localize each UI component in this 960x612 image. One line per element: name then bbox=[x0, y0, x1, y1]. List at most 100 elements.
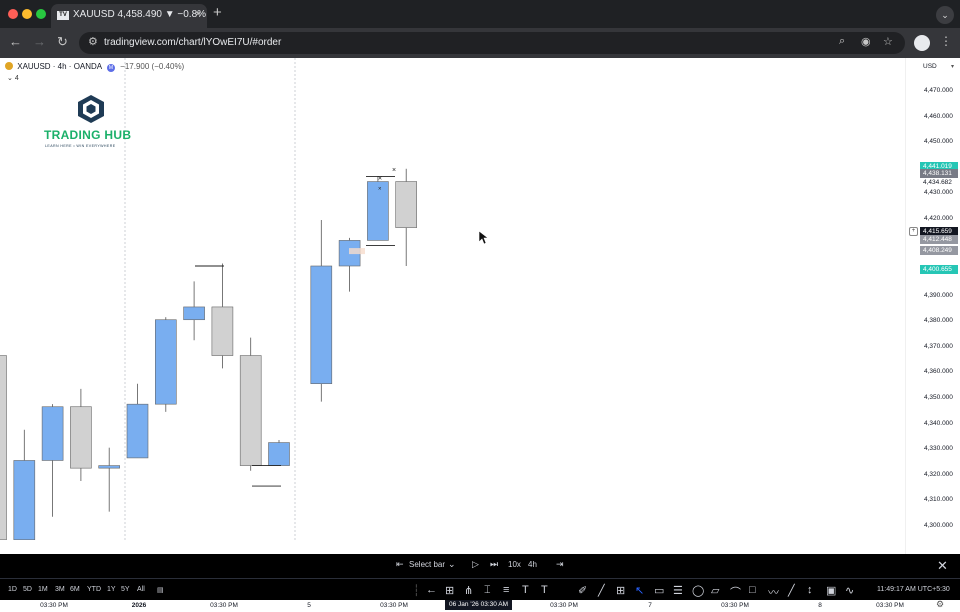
select-bar-button[interactable]: Select bar bbox=[409, 560, 445, 569]
zoom-icon[interactable]: ⌕ bbox=[839, 35, 845, 48]
arrow-tool-icon[interactable]: ← bbox=[426, 584, 437, 596]
price-axis-label: 4,310.000 bbox=[924, 496, 953, 504]
fib-tool-icon[interactable]: ≡ bbox=[503, 584, 509, 596]
candle-body bbox=[98, 465, 120, 469]
grid-tool-icon[interactable]: ⊞ bbox=[445, 584, 454, 597]
tab-search-icon[interactable]: ⌄ bbox=[936, 6, 954, 24]
symbol-title: XAUUSD · 4h · OANDA bbox=[17, 62, 102, 71]
candle-body bbox=[70, 406, 92, 469]
cursor-tool-icon[interactable]: ↖ bbox=[635, 584, 644, 597]
time-axis-label: 03:30 PM bbox=[40, 602, 68, 609]
url-bar[interactable]: ⚙ tradingview.com/chart/lYOwEI7U/#order … bbox=[79, 32, 905, 54]
replay-interval-button[interactable]: 4h bbox=[528, 560, 537, 569]
price-axis-label: 4,420.000 bbox=[924, 214, 953, 222]
forward-arrow-icon[interactable]: → bbox=[33, 34, 46, 49]
price-axis-label: 4,350.000 bbox=[924, 394, 953, 402]
range-button-ytd[interactable]: YTD bbox=[87, 586, 101, 593]
time-axis-label: 2026 bbox=[131, 602, 147, 609]
order-marker-x: × bbox=[392, 167, 396, 174]
range-button-1m[interactable]: 1M bbox=[38, 586, 48, 593]
ellipse-tool-icon[interactable]: ◯ bbox=[692, 584, 704, 597]
bar-replay-toolbar: ⇤ Select bar ⌄ ▷ ⏭ 10x 4h ⇥ ✕ bbox=[0, 554, 960, 578]
path-tool-icon[interactable]: 〰 bbox=[768, 584, 779, 600]
site-settings-icon[interactable]: ⚙ bbox=[88, 35, 98, 48]
calendar-go-to-date-icon[interactable]: ▤ bbox=[157, 586, 164, 594]
profile-avatar-icon[interactable] bbox=[914, 35, 930, 51]
chevron-down-icon[interactable]: ⌄ bbox=[448, 559, 456, 570]
play-icon[interactable]: ▷ bbox=[472, 559, 479, 570]
mouse-cursor-icon bbox=[478, 230, 489, 245]
price-axis-label: 4,320.000 bbox=[924, 470, 953, 478]
step-forward-icon[interactable]: ⏭ bbox=[490, 559, 498, 570]
chart-settings-gear-icon[interactable]: ⚙ bbox=[936, 599, 944, 610]
back-arrow-icon[interactable]: ← bbox=[9, 34, 22, 49]
price-axis[interactable] bbox=[905, 58, 960, 554]
price-tag: 4,434.682 bbox=[920, 177, 958, 187]
bookmark-star-icon[interactable]: ☆ bbox=[883, 35, 893, 48]
select-bar-icon[interactable]: ⇤ bbox=[396, 559, 404, 570]
price-axis-label: 4,430.000 bbox=[924, 189, 953, 197]
price-alert-target-icon[interactable]: + bbox=[909, 226, 918, 236]
close-window-button[interactable] bbox=[8, 9, 18, 19]
price-axis-label: 4,340.000 bbox=[924, 419, 953, 427]
new-tab-button[interactable]: + bbox=[213, 4, 222, 21]
ray-tool-icon[interactable]: ╱ bbox=[788, 584, 795, 597]
range-button-5y[interactable]: 5Y bbox=[121, 586, 130, 593]
text-tool-icon[interactable]: T bbox=[522, 584, 529, 596]
pitchfork-tool-icon[interactable]: ⋔ bbox=[464, 584, 473, 597]
close-replay-icon[interactable]: ✕ bbox=[937, 558, 948, 574]
range-button-5d[interactable]: 5D bbox=[23, 586, 32, 593]
replay-speed-button[interactable]: 10x bbox=[508, 560, 521, 569]
minimize-window-button[interactable] bbox=[22, 9, 32, 19]
browser-tab-bar: TV XAUUSD 4,458.490 ▼ −0.8% × + ⌄ bbox=[0, 0, 960, 28]
curve-tool-icon[interactable]: ∿ bbox=[845, 584, 854, 597]
bottom-toolbar: 1D 5D 1M 3M 6M YTD 1Y 5Y All ▤ ┆ ← ⊞ ⋔ ⌶ ≡ T T ✐… bbox=[0, 578, 960, 600]
range-button-6m[interactable]: 6M bbox=[70, 586, 80, 593]
trend-line-tool-icon[interactable]: ╱ bbox=[598, 584, 605, 597]
candle-body bbox=[268, 442, 290, 466]
range-tool-icon[interactable]: ⌶ bbox=[484, 584, 491, 597]
chart-area[interactable]: × × × XAUUSD · 4h · OANDA M −17.900 (−0.40… bbox=[0, 58, 960, 610]
image-tool-icon[interactable]: ▣ bbox=[826, 584, 836, 597]
time-axis-label: 03:30 PM bbox=[210, 602, 238, 609]
candle-body bbox=[211, 306, 234, 356]
callout-tool-icon[interactable]: ▭ bbox=[654, 584, 664, 597]
symbol-legend[interactable]: XAUUSD · 4h · OANDA M −17.900 (−0.40%) bbox=[5, 62, 184, 72]
eye-icon[interactable]: ◉ bbox=[861, 35, 871, 48]
jump-to-realtime-icon[interactable]: ⇥ bbox=[556, 559, 564, 570]
time-axis-label: 7 bbox=[648, 602, 652, 609]
time-axis-label: 5 bbox=[307, 602, 311, 609]
channel-tool-icon[interactable]: ▱ bbox=[711, 584, 719, 597]
reload-icon[interactable]: ↻ bbox=[57, 34, 68, 50]
chevron-down-icon[interactable]: ▾ bbox=[951, 63, 954, 70]
range-button-1y[interactable]: 1Y bbox=[107, 586, 116, 593]
text-box-tool-icon[interactable]: T bbox=[541, 584, 548, 596]
candle-body bbox=[126, 403, 149, 459]
range-button-1d[interactable]: 1D bbox=[8, 586, 17, 593]
brush-tool-icon[interactable]: ✐ bbox=[578, 584, 587, 597]
browser-tab[interactable]: TV XAUUSD 4,458.490 ▼ −0.8% × bbox=[51, 4, 207, 28]
utc-clock[interactable]: 11:49:17 AM UTC+5:30 bbox=[877, 586, 950, 593]
logo-subtitle: LEARN HERE • WIN EVERYWHERE bbox=[45, 144, 116, 148]
range-button-3m[interactable]: 3M bbox=[55, 586, 65, 593]
gold-symbol-icon bbox=[5, 62, 13, 70]
maximize-window-button[interactable] bbox=[36, 9, 46, 19]
crosshair-time-label: 06 Jan '26 03:30 AM bbox=[445, 599, 513, 610]
indicators-toggle[interactable]: ⌄ 4 bbox=[7, 74, 19, 82]
cube-logo-icon bbox=[78, 95, 104, 123]
table-tool-icon[interactable]: ⊞ bbox=[616, 584, 625, 597]
url-text[interactable]: tradingview.com/chart/lYOwEI7U/#order bbox=[104, 32, 281, 54]
rectangle-tool-icon[interactable]: □ bbox=[749, 584, 756, 596]
price-axis-label: 4,380.000 bbox=[924, 317, 953, 325]
indicators-count: 4 bbox=[14, 75, 19, 82]
arc-tool-icon[interactable]: ⌒ bbox=[730, 584, 741, 600]
parallel-channel-tool-icon[interactable]: ☰ bbox=[673, 584, 683, 597]
kebab-menu-icon[interactable]: ⋮ bbox=[940, 34, 952, 48]
price-axis-label: 4,390.000 bbox=[924, 291, 953, 299]
vertical-line-tool-icon[interactable]: ↕ bbox=[807, 584, 813, 596]
close-tab-icon[interactable]: × bbox=[195, 4, 201, 26]
range-button-all[interactable]: All bbox=[137, 586, 145, 593]
tradingview-favicon-icon: TV bbox=[57, 11, 69, 20]
browser-address-bar: ← → ↻ ⚙ tradingview.com/chart/lYOwEI7U/#… bbox=[0, 28, 960, 58]
currency-label[interactable]: USD bbox=[923, 63, 937, 70]
